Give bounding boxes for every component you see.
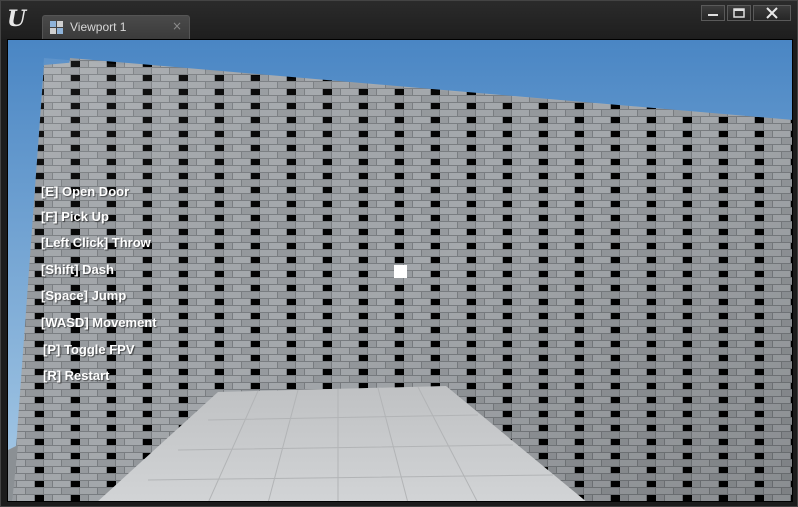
hud-line-dash: [Shift] Dash (41, 262, 114, 277)
game-viewport[interactable]: [E] Open Door [F] Pick Up [Left Click] T… (7, 39, 793, 502)
hud-action: Throw (111, 235, 151, 250)
hud-key: [Shift] (41, 262, 79, 277)
hud-key: [WASD] (41, 315, 89, 330)
hud-key: [P] (43, 342, 61, 357)
hud-key: [Left Click] (41, 235, 109, 250)
hud-key: [Space] (41, 288, 88, 303)
minimize-button[interactable] (701, 5, 725, 21)
hud-action: Jump (91, 288, 127, 303)
hud-line-jump: [Space] Jump (41, 288, 126, 303)
close-icon (766, 7, 778, 19)
hud-line-pick-up: [F] Pick Up (41, 209, 109, 224)
hud-line-open-door: [E] Open Door (41, 184, 129, 199)
hud-action: Dash (82, 262, 114, 277)
hud-action: Restart (64, 368, 110, 383)
hud-key: [E] (41, 184, 59, 199)
hud-line-throw: [Left Click] Throw (41, 235, 151, 250)
tab-viewport-1[interactable]: Viewport 1 × (42, 15, 190, 39)
tab-label: Viewport 1 (70, 20, 127, 34)
viewport-grid-icon (50, 21, 63, 34)
hud-action: Open Door (61, 184, 130, 199)
maximize-icon (733, 8, 745, 18)
hud-line-restart: [R] Restart (43, 368, 109, 383)
close-button[interactable] (753, 5, 791, 21)
hud-action: Toggle FPV (63, 342, 135, 357)
hud-key: [F] (41, 209, 58, 224)
maximize-button[interactable] (727, 5, 751, 21)
hud-action: Pick Up (61, 209, 109, 224)
hud-line-movement: [WASD] Movement (41, 315, 157, 330)
title-bar[interactable]: U Viewport 1 × (1, 1, 797, 39)
tab-close-icon[interactable]: × (172, 19, 182, 33)
crosshair (394, 265, 407, 278)
unreal-logo: U (7, 6, 27, 32)
window-controls (701, 5, 791, 21)
hud-line-toggle-fpv: [P] Toggle FPV (43, 342, 135, 357)
minimize-icon (708, 14, 718, 16)
hud-key: [R] (43, 368, 62, 383)
editor-window: U Viewport 1 × [E] Open Door [F] Pick Up… (0, 0, 798, 507)
hud-action: Movement (92, 315, 157, 330)
